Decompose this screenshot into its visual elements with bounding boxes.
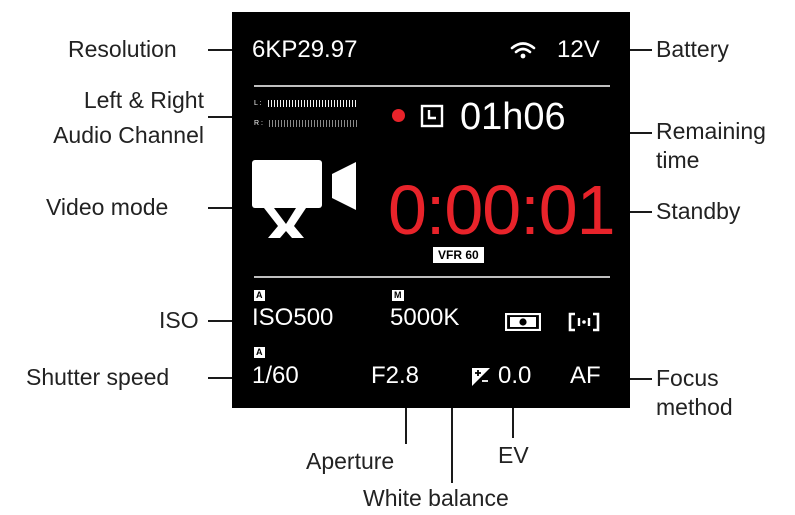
timecode-value: 0:00:01: [388, 171, 616, 249]
battery-value: 12V: [557, 36, 600, 63]
callout-focus-method: Focus method: [656, 364, 733, 422]
callout-audio-line2: Audio Channel: [53, 122, 204, 148]
camera-screen: 6KP29.97 12V L : R : 01h06 0:00:01 VFR 6…: [232, 12, 630, 408]
callout-focus-line1: Focus: [656, 365, 719, 391]
divider-bottom: [254, 276, 610, 278]
callout-audio-channel: Left & Right Audio Channel: [12, 86, 204, 150]
iso-value: ISO500: [252, 304, 334, 331]
wifi-icon: [510, 42, 536, 59]
aperture-value: F2.8: [371, 362, 420, 389]
frame-rate-tag: VFR 60: [433, 247, 484, 263]
meter-left-bars: [267, 100, 357, 107]
divider-top: [254, 85, 610, 87]
audio-meter-left: L :: [254, 100, 357, 107]
callout-aperture: Aperture: [306, 448, 395, 474]
focus-value: AF: [570, 362, 601, 389]
white-balance-value: 5000K: [390, 304, 460, 331]
ev-value: 0.0: [498, 362, 532, 389]
callout-audio-line1: Left & Right: [83, 87, 204, 113]
wb-mode-tag: M: [392, 290, 404, 301]
resolution-value: 6KP29.97: [252, 36, 358, 63]
meter-right-bars: [268, 120, 358, 127]
leader-resolution: [208, 49, 235, 51]
callout-standby: Standby: [656, 198, 741, 224]
callout-remaining-line2: time: [656, 147, 700, 173]
callout-shutter-speed: Shutter speed: [26, 364, 170, 390]
callout-ev: EV: [498, 442, 529, 468]
record-dot-icon: [392, 109, 405, 122]
callout-video-mode: Video mode: [46, 194, 169, 220]
callout-focus-line2: method: [656, 394, 733, 420]
iso-mode-tag: A: [254, 290, 265, 301]
shutter-value: 1/60: [252, 362, 299, 389]
video-camera-icon: [252, 160, 356, 238]
callout-iso: ISO: [159, 307, 199, 333]
callout-remaining-line1: Remaining: [656, 118, 766, 144]
callout-white-balance: White balance: [363, 485, 509, 511]
meter-right-label: R :: [254, 120, 263, 127]
audio-meter-right: R :: [254, 120, 358, 127]
callout-remaining-time: Remaining time: [656, 117, 766, 175]
clock-icon: [420, 104, 444, 128]
shutter-mode-tag: A: [254, 347, 265, 358]
remaining-time-value: 01h06: [460, 96, 566, 138]
exposure-comp-icon: [472, 368, 490, 386]
callout-battery: Battery: [656, 36, 729, 62]
focus-area-icon: [568, 312, 600, 332]
metering-icon: [505, 313, 541, 331]
meter-left-label: L :: [254, 100, 262, 107]
callout-resolution: Resolution: [68, 36, 177, 62]
